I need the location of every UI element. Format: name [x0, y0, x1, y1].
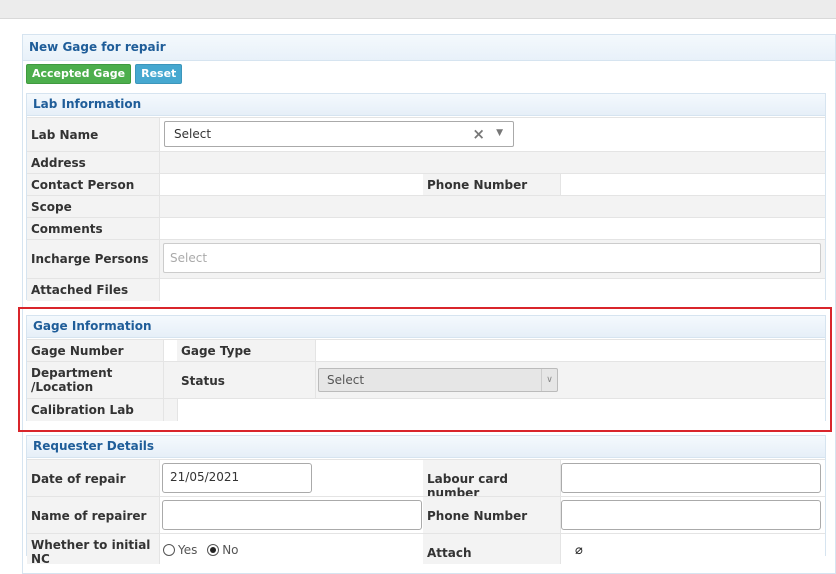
incharge-row: Incharge Persons Select — [27, 239, 825, 279]
accepted-gage-button[interactable]: Accepted Gage — [26, 64, 132, 84]
reset-button[interactable]: Reset — [135, 64, 183, 84]
yes-radio[interactable] — [163, 544, 175, 556]
attached-files-label: Attached Files — [31, 283, 129, 297]
lab-information-section: Lab Information Lab Name Select × ▼ Addr… — [26, 93, 826, 301]
top-bar — [0, 0, 836, 19]
contact-person-label: Contact Person — [31, 178, 135, 192]
status-select-value: Select — [327, 373, 365, 387]
toolbar: Accepted Gage Reset — [26, 64, 183, 84]
requester-phone-input[interactable] — [561, 500, 821, 530]
department-label: Department — [31, 366, 113, 380]
attached-files-value — [159, 279, 825, 301]
comments-value — [159, 218, 825, 240]
address-label: Address — [31, 156, 86, 170]
contact-person-value — [159, 174, 423, 196]
gage-information-heading: Gage Information — [27, 316, 825, 338]
initial-nc-radio-group: Yes No — [163, 543, 239, 557]
gage-information-section: Gage Information Gage Number Gage Type D… — [26, 315, 826, 421]
address-row: Address — [27, 151, 825, 174]
calibration-lab-label: Calibration Lab — [31, 403, 134, 417]
status-chevron-down-icon[interactable]: ∨ — [541, 369, 557, 391]
repairer-row: Name of repairer Phone Number — [27, 496, 825, 534]
scope-row: Scope — [27, 195, 825, 218]
incharge-persons-placeholder: Select — [170, 251, 208, 265]
status-label: Status — [181, 374, 225, 388]
name-of-repairer-label: Name of repairer — [31, 509, 147, 523]
scope-label: Scope — [31, 200, 72, 214]
comments-row: Comments — [27, 217, 825, 240]
labour-card-input[interactable] — [561, 463, 821, 493]
comments-label: Comments — [31, 222, 103, 236]
lab-name-label: Lab Name — [31, 128, 99, 142]
department-value — [163, 362, 177, 399]
address-value — [159, 152, 825, 174]
requester-details-heading: Requester Details — [27, 436, 825, 458]
lab-name-select-value: Select — [174, 127, 212, 141]
scope-value — [159, 196, 825, 218]
gage-number-value — [163, 340, 177, 362]
date-of-repair-label: Date of repair — [31, 472, 126, 486]
lab-phone-number-label: Phone Number — [427, 178, 528, 192]
date-of-repair-input[interactable]: 21/05/2021 — [162, 463, 312, 493]
gage-number-label: Gage Number — [31, 344, 124, 358]
department-row: Department /Location Status Select ∨ — [27, 361, 825, 399]
initial-nc-label: Whether to initial — [31, 538, 151, 552]
dropdown-caret-icon[interactable]: ▼ — [496, 128, 503, 138]
no-radio[interactable] — [207, 544, 220, 556]
initial-nc-row: Whether to initial NC Yes No Attach ⌀ — [27, 533, 825, 566]
incharge-persons-label: Incharge Persons — [31, 252, 149, 266]
requester-details-section: Requester Details Date of repair 21/05/2… — [26, 435, 826, 566]
gage-number-row: Gage Number Gage Type — [27, 339, 825, 362]
lab-name-row: Lab Name Select × ▼ — [27, 117, 825, 152]
date-row: Date of repair 21/05/2021 Labour card nu… — [27, 459, 825, 500]
location-label: /Location — [31, 380, 94, 394]
initial-nc-label-2: NC — [31, 552, 50, 566]
yes-label: Yes — [178, 543, 198, 557]
lab-name-select[interactable]: Select × ▼ — [164, 121, 514, 147]
calibration-lab-spacer — [163, 399, 177, 421]
gage-type-label: Gage Type — [181, 344, 252, 358]
gage-type-value — [315, 340, 825, 362]
calibration-lab-value — [177, 399, 825, 421]
lab-information-heading: Lab Information — [27, 94, 825, 116]
clear-icon[interactable]: × — [472, 125, 485, 143]
attach-label: Attach — [427, 546, 472, 560]
attached-files-row: Attached Files — [27, 278, 825, 301]
calibration-lab-row: Calibration Lab — [27, 398, 825, 421]
contact-row: Contact Person Phone Number — [27, 173, 825, 196]
no-label: No — [222, 543, 239, 557]
name-of-repairer-input[interactable] — [162, 500, 422, 530]
panel-title: New Gage for repair — [23, 35, 835, 61]
requester-phone-label: Phone Number — [427, 509, 528, 523]
status-select[interactable]: Select ∨ — [318, 368, 558, 392]
incharge-persons-select[interactable]: Select — [163, 243, 821, 273]
lab-phone-number-value — [560, 174, 825, 196]
